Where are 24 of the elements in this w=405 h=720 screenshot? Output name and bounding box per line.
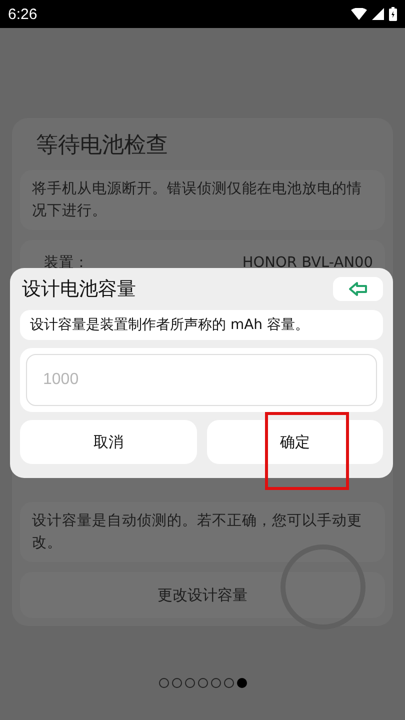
status-time: 6:26: [8, 6, 38, 22]
page-dot[interactable]: [236, 678, 246, 688]
page-dot[interactable]: [172, 678, 182, 688]
back-arrow-icon: [348, 281, 368, 297]
dialog-button[interactable]: 取消: [20, 420, 196, 464]
page-dot[interactable]: [198, 678, 208, 688]
capacity-field[interactable]: 1000: [26, 354, 377, 406]
page-dot[interactable]: [224, 678, 234, 688]
notice-text: 将手机从电源断开。错误侦测仅能在电池放电的情况下进行。: [20, 170, 385, 230]
device-label: 装置：: [44, 254, 89, 273]
change-capacity-button[interactable]: 更改设计容量: [20, 572, 385, 618]
page-dot[interactable]: [158, 678, 168, 688]
device-value: HONOR BVL-AN00: [242, 254, 373, 273]
dialog-title: 设计电池容量: [22, 277, 136, 302]
page-dot[interactable]: [210, 678, 220, 688]
card-title: 等待电池检查: [35, 132, 169, 160]
signal-icon: [372, 8, 384, 20]
page-dot[interactable]: [184, 678, 194, 688]
wifi-icon: [351, 8, 367, 20]
dialog-button[interactable]: 确定: [206, 420, 383, 464]
dialog-description: 设计容量是装置制作者所声称的 mAh 容量。: [20, 310, 383, 340]
battery-icon: [389, 7, 397, 21]
back-button[interactable]: [333, 277, 383, 301]
auto-detect-note: 设计容量是自动侦测的。若不正确，您可以手动更改。: [20, 502, 385, 562]
